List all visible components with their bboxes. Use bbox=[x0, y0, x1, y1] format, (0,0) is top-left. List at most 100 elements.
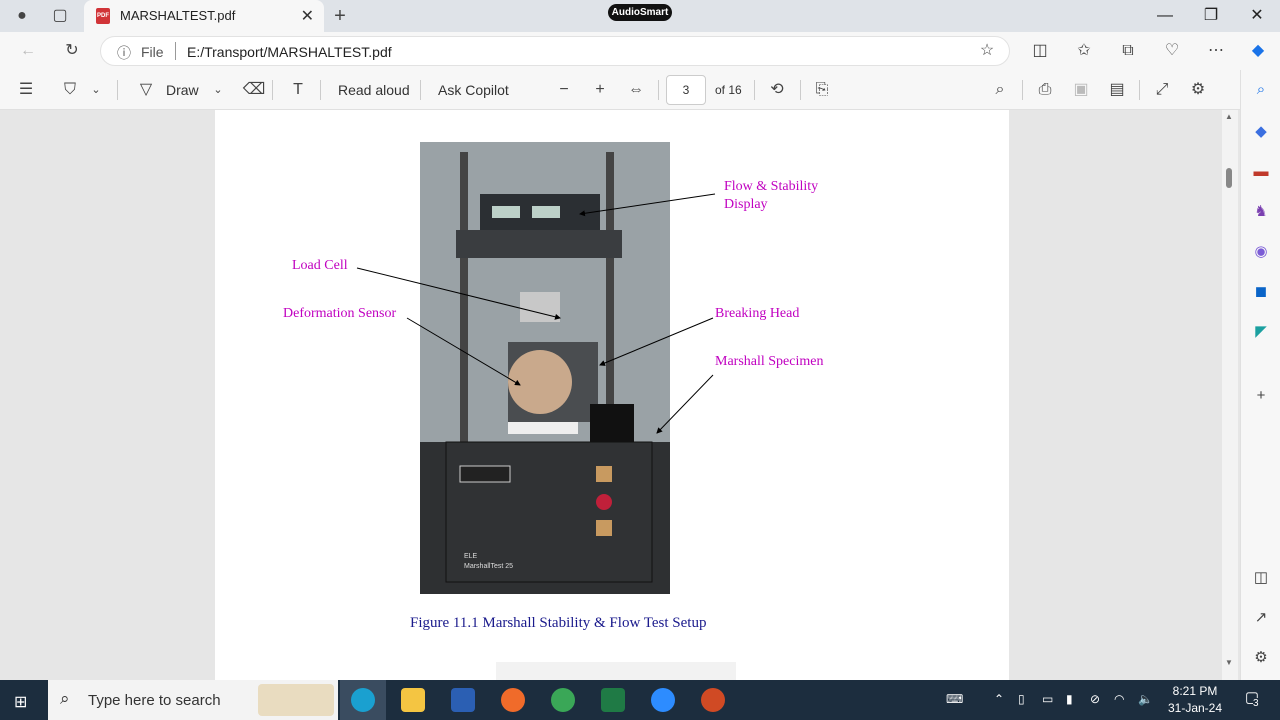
favorites-icon[interactable]: ✩ bbox=[1070, 37, 1098, 65]
toolbar-separator bbox=[658, 80, 659, 100]
sidebar-search-icon[interactable]: ⌕ bbox=[1249, 78, 1273, 102]
highlight-icon[interactable]: ⛉ bbox=[56, 76, 84, 104]
draw-button[interactable]: Draw bbox=[166, 82, 199, 98]
label-flow-stability: Flow & Stability Display bbox=[724, 179, 818, 213]
new-tab-button[interactable]: + bbox=[326, 2, 354, 30]
favorite-star-icon[interactable]: ☆ bbox=[973, 37, 1001, 65]
sidebar-outlook-icon[interactable]: ◼ bbox=[1249, 280, 1273, 304]
label-marshall-specimen: Marshall Specimen bbox=[715, 354, 824, 369]
draw-icon[interactable]: ▽ bbox=[132, 76, 160, 104]
toolbar-separator bbox=[800, 80, 801, 100]
vertical-scrollbar[interactable]: ▲ ▼ bbox=[1222, 110, 1238, 680]
pdf-viewer[interactable]: ELE MarshallTest 25 Flow & Stability Dis… bbox=[0, 110, 1222, 680]
eraser-icon[interactable]: ⌫ bbox=[240, 76, 268, 104]
chrome-app-icon[interactable] bbox=[551, 688, 575, 712]
search-icon[interactable]: ⌕ bbox=[986, 76, 1014, 104]
word-app-icon[interactable] bbox=[451, 688, 475, 712]
edge-app-icon[interactable] bbox=[351, 688, 375, 712]
more-menu-icon[interactable]: ⋯ bbox=[1202, 37, 1230, 65]
split-screen-icon[interactable]: ◫ bbox=[1026, 37, 1054, 65]
taskbar-clock[interactable]: 8:21 PM 31-Jan-24 bbox=[1160, 683, 1230, 717]
label-load-cell: Load Cell bbox=[292, 258, 348, 273]
page-view-icon[interactable]: ⎘ bbox=[808, 76, 836, 104]
refresh-icon[interactable]: ↻ bbox=[58, 37, 86, 65]
sidebar-games-icon[interactable]: ♞ bbox=[1249, 200, 1273, 224]
toolbar-separator bbox=[1139, 80, 1140, 100]
show-hidden-icons-chevron-up-icon[interactable]: ⌃ bbox=[994, 692, 1004, 706]
tab-title: MARSHALTEST.pdf bbox=[120, 8, 236, 23]
notification-count-badge: 3 bbox=[1253, 698, 1259, 709]
volume-icon[interactable]: 🔈 bbox=[1138, 692, 1153, 706]
page-number-input[interactable]: 3 bbox=[666, 75, 706, 105]
firefox-app-icon[interactable] bbox=[501, 688, 525, 712]
ask-copilot-button[interactable]: Ask Copilot bbox=[438, 82, 509, 98]
text-box-icon[interactable]: T bbox=[284, 76, 312, 104]
sidebar-external-link-icon[interactable]: ↗ bbox=[1249, 606, 1273, 630]
search-icon: ⌕ bbox=[60, 689, 70, 708]
fullscreen-icon[interactable]: ⤢ bbox=[1148, 76, 1176, 104]
highlight-chevron-down-icon[interactable]: ⌄ bbox=[82, 76, 110, 104]
sidebar-add-icon[interactable]: + bbox=[1249, 384, 1273, 408]
url-separator bbox=[175, 42, 176, 60]
sidebar-send-icon[interactable]: ◤ bbox=[1249, 320, 1273, 344]
rotate-icon[interactable]: ⟲ bbox=[763, 76, 791, 104]
clock-date: 31-Jan-24 bbox=[1167, 701, 1223, 715]
contents-icon[interactable]: ☰ bbox=[12, 76, 40, 104]
annotation-arrows bbox=[356, 193, 716, 434]
notification-center-icon[interactable]: ▢ 3 bbox=[1240, 688, 1264, 712]
label-breaking-head: Breaking Head bbox=[715, 306, 800, 321]
scroll-down-arrow-icon[interactable]: ▼ bbox=[1225, 658, 1233, 667]
battery-icon[interactable]: ▭ bbox=[1042, 692, 1053, 706]
security-icon[interactable]: ⊘ bbox=[1090, 692, 1100, 706]
zoom-app-icon[interactable] bbox=[651, 688, 675, 712]
zoom-out-icon[interactable]: − bbox=[550, 76, 578, 104]
save-as-icon[interactable]: ▤ bbox=[1103, 76, 1131, 104]
keyboard-icon[interactable]: ⌨ bbox=[946, 692, 963, 706]
windows-start-icon[interactable]: ⊞ bbox=[14, 692, 27, 712]
address-bar-row: ← ↻ ⓘ File E:/Transport/MARSHALTEST.pdf … bbox=[0, 32, 1280, 70]
tab-marshaltest[interactable]: PDF MARSHALTEST.pdf ✕ bbox=[84, 0, 324, 32]
audiosmart-badge: AudioSmart bbox=[608, 4, 672, 21]
excel-app-icon[interactable] bbox=[601, 688, 625, 712]
health-icon[interactable]: ♡ bbox=[1158, 37, 1186, 65]
restore-button[interactable]: ❐ bbox=[1188, 4, 1234, 28]
tab-actions-icon[interactable]: ▢ bbox=[46, 2, 74, 30]
label-flow-stability-line1: Flow & Stability bbox=[724, 179, 819, 194]
powerpoint-app-icon[interactable] bbox=[701, 688, 725, 712]
sidebar-layout-icon[interactable]: ◫ bbox=[1249, 566, 1273, 590]
tray-device-icon[interactable]: ▯ bbox=[1018, 692, 1025, 706]
info-icon[interactable]: ⓘ bbox=[117, 43, 131, 63]
read-aloud-button[interactable]: Read aloud bbox=[338, 82, 410, 98]
close-window-button[interactable]: ✕ bbox=[1234, 4, 1280, 28]
usb-icon[interactable]: ▮ bbox=[1066, 692, 1073, 706]
sidebar-tools-icon[interactable]: ▬ bbox=[1249, 160, 1273, 184]
settings-gear-icon[interactable]: ⚙ bbox=[1184, 76, 1212, 104]
back-arrow-icon[interactable]: ← bbox=[14, 37, 42, 65]
taskbar-search-box[interactable]: ⌕ Type here to search bbox=[48, 680, 338, 720]
copilot-icon[interactable]: ◆ bbox=[1244, 37, 1272, 65]
pdf-page: ELE MarshallTest 25 Flow & Stability Dis… bbox=[215, 110, 1009, 680]
scrollbar-thumb[interactable] bbox=[1226, 168, 1232, 188]
fit-to-width-icon[interactable]: ⇔ bbox=[622, 76, 650, 104]
profile-icon[interactable]: ● bbox=[8, 2, 36, 30]
toolbar-separator bbox=[420, 80, 421, 100]
zoom-in-icon[interactable]: + bbox=[586, 76, 614, 104]
zebra-search-highlight-icon bbox=[258, 684, 334, 716]
label-deformation-sensor: Deformation Sensor bbox=[283, 306, 397, 321]
sidebar-shopping-icon[interactable]: ◆ bbox=[1249, 120, 1273, 144]
url-text[interactable]: E:/Transport/MARSHALTEST.pdf bbox=[187, 44, 392, 60]
wifi-icon[interactable]: ◠ bbox=[1114, 692, 1124, 706]
collections-icon[interactable]: ⧉ bbox=[1114, 37, 1142, 65]
scroll-up-arrow-icon[interactable]: ▲ bbox=[1225, 112, 1233, 121]
sidebar-settings-icon[interactable]: ⚙ bbox=[1249, 646, 1273, 670]
draw-chevron-down-icon[interactable]: ⌄ bbox=[204, 76, 232, 104]
sidebar-office-icon[interactable]: ◉ bbox=[1249, 240, 1273, 264]
close-tab-icon[interactable]: ✕ bbox=[301, 6, 314, 26]
minimize-button[interactable]: — bbox=[1142, 4, 1188, 28]
save-icon[interactable]: ▣ bbox=[1067, 76, 1095, 104]
address-bar[interactable]: ⓘ File E:/Transport/MARSHALTEST.pdf ☆ bbox=[100, 36, 1010, 66]
toolbar-separator bbox=[320, 80, 321, 100]
toolbar-separator bbox=[754, 80, 755, 100]
file-explorer-icon[interactable] bbox=[401, 688, 425, 712]
print-icon[interactable]: ⎙ bbox=[1031, 76, 1059, 104]
